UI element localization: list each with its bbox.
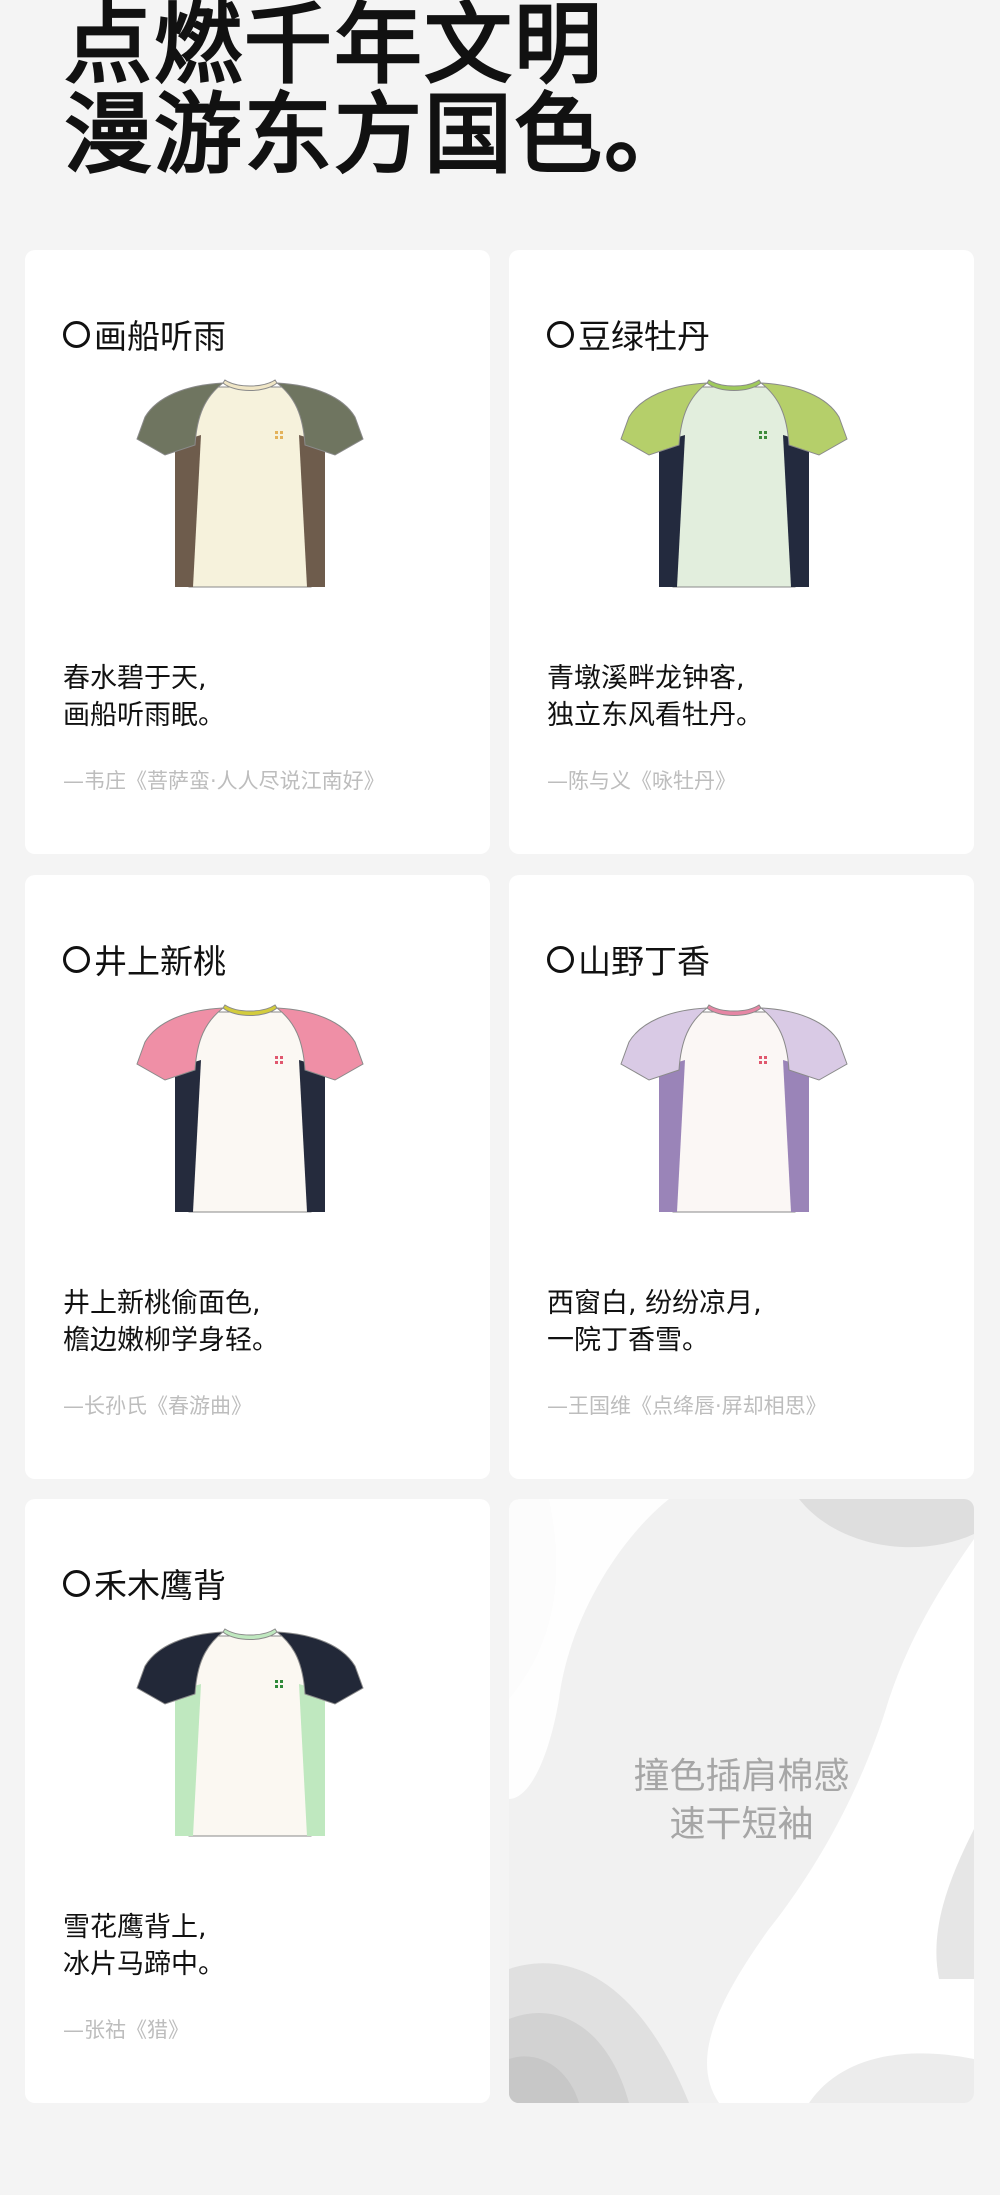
product-card-4[interactable]: 山野丁香 西窗白, 纷纷凉月, 一院丁香雪。 —王国维《点绛唇·屏却相思》 [509, 875, 974, 1479]
poem-source: —长孙氏《春游曲》 [63, 1394, 252, 1418]
poem-line-2: 冰片马蹄中。 [63, 1949, 225, 1980]
poem-source: —张祜《猎》 [63, 2018, 189, 2042]
shirt-logo-icon [764, 1061, 767, 1064]
headline-line-1: 点燃千年文明 [64, 0, 605, 96]
tshirt-image[interactable] [125, 375, 375, 600]
feature-line-2: 速干短袖 [669, 1804, 814, 1845]
feature-text: 撞色插肩棉感 速干短袖 [509, 1499, 974, 2103]
shirt-logo-icon [280, 1680, 283, 1683]
shirt-logo-icon [759, 1056, 762, 1059]
card-title-text: 禾木鹰背 [94, 1566, 226, 1605]
poem: 西窗白, 纷纷凉月, 一院丁香雪。 [547, 1285, 762, 1359]
poem-line-1: 雪花鹰背上, [63, 1912, 207, 1943]
card-title: 画船听雨 [63, 310, 226, 358]
product-card-2[interactable]: 豆绿牡丹 青墩溪畔龙钟客, 独立东风看牡丹。 —陈与义《咏牡丹》 [509, 250, 974, 854]
product-card-3[interactable]: 井上新桃 井上新桃偷面色, 檐边嫩柳学身轻。 —长孙氏《春游曲》 [25, 875, 490, 1479]
circle-icon [547, 320, 574, 348]
tshirt-image[interactable] [609, 375, 859, 600]
poem-line-1: 青墩溪畔龙钟客, [547, 663, 745, 694]
card-title-text: 豆绿牡丹 [578, 317, 710, 356]
circle-icon [63, 1569, 90, 1597]
shirt-logo-icon [759, 436, 762, 439]
poem-line-2: 檐边嫩柳学身轻。 [63, 1325, 279, 1356]
poem-line-2: 独立东风看牡丹。 [547, 700, 763, 731]
tshirt-image[interactable] [125, 1624, 375, 1849]
shirt-logo-icon [764, 436, 767, 439]
shirt-logo-icon [275, 1061, 278, 1064]
poem-line-2: 一院丁香雪。 [547, 1325, 709, 1356]
shirt-body [672, 386, 796, 588]
shirt-logo-icon [280, 431, 283, 434]
feature-card: 撞色插肩棉感 速干短袖 [509, 1499, 974, 2103]
circle-icon [63, 945, 90, 973]
shirt-logo-icon [280, 436, 283, 439]
shirt-logo-icon [759, 431, 762, 434]
poem-line-2: 画船听雨眠。 [63, 700, 225, 731]
poem-source: —陈与义《咏牡丹》 [547, 769, 736, 793]
card-title: 豆绿牡丹 [547, 310, 710, 358]
shirt-logo-icon [280, 1061, 283, 1064]
circle-icon [547, 945, 574, 973]
shirt-logo-icon [275, 1056, 278, 1059]
poem-line-1: 春水碧于天, [63, 663, 207, 694]
shirt-logo-icon [764, 1056, 767, 1059]
card-title-text: 山野丁香 [578, 942, 710, 981]
poem: 雪花鹰背上, 冰片马蹄中。 [63, 1909, 225, 1983]
circle-icon [63, 320, 90, 348]
poem-source: —王国维《点绛唇·屏却相思》 [547, 1394, 827, 1418]
product-card-5[interactable]: 禾木鹰背 雪花鹰背上, 冰片马蹄中。 —张祜《猎》 [25, 1499, 490, 2103]
poem: 春水碧于天, 画船听雨眠。 [63, 660, 225, 734]
feature-line-1: 撞色插肩棉感 [633, 1756, 850, 1797]
shirt-logo-icon [764, 431, 767, 434]
shirt-logo-icon [275, 431, 278, 434]
poem: 井上新桃偷面色, 檐边嫩柳学身轻。 [63, 1285, 279, 1359]
shirt-body [672, 1011, 796, 1213]
shirt-body [188, 1011, 312, 1213]
shirt-logo-icon [275, 1685, 278, 1688]
card-title: 井上新桃 [63, 935, 226, 983]
shirt-body [188, 386, 312, 588]
shirt-logo-icon [275, 1680, 278, 1683]
tshirt-image[interactable] [125, 1000, 375, 1225]
card-title-text: 井上新桃 [94, 942, 226, 981]
card-title-text: 画船听雨 [94, 317, 226, 356]
card-title: 山野丁香 [547, 935, 710, 983]
product-card-1[interactable]: 画船听雨 春水碧于天, 画船听雨眠。 —韦庄《菩萨蛮·人人尽说江南好》 [25, 250, 490, 854]
shirt-logo-icon [275, 436, 278, 439]
poem-source: —韦庄《菩萨蛮·人人尽说江南好》 [63, 769, 385, 793]
card-title: 禾木鹰背 [63, 1559, 226, 1607]
headline-line-2: 漫游东方国色。 [64, 83, 695, 186]
shirt-body [188, 1635, 312, 1837]
poem-line-1: 西窗白, 纷纷凉月, [547, 1288, 762, 1319]
shirt-logo-icon [280, 1056, 283, 1059]
shirt-logo-icon [759, 1061, 762, 1064]
headline: 点燃千年文明 漫游东方国色。 [64, 0, 694, 180]
shirt-logo-icon [280, 1685, 283, 1688]
poem: 青墩溪畔龙钟客, 独立东风看牡丹。 [547, 660, 763, 734]
tshirt-image[interactable] [609, 1000, 859, 1225]
poem-line-1: 井上新桃偷面色, [63, 1288, 261, 1319]
